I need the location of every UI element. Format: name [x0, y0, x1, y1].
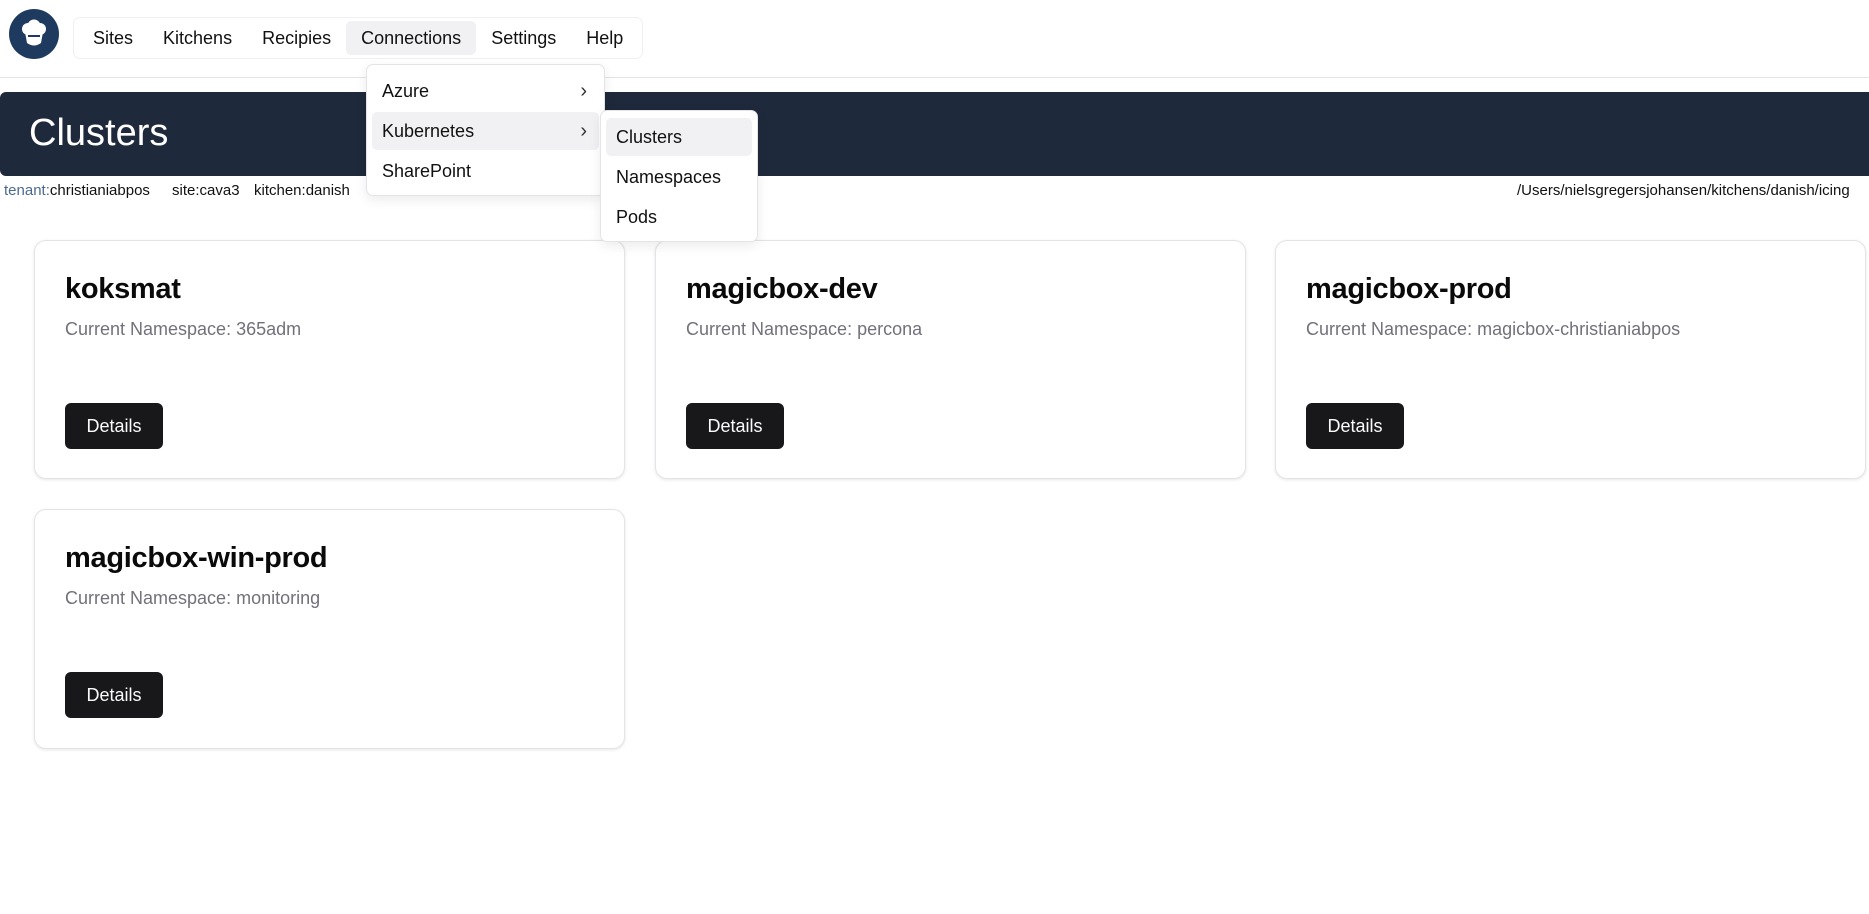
cluster-card-magicbox-prod: magicbox-prod Current Namespace: magicbo… — [1275, 240, 1866, 479]
nav-recipies[interactable]: Recipies — [247, 21, 346, 55]
chef-hat-icon[interactable] — [9, 9, 59, 59]
submenu-item-clusters[interactable]: Clusters — [606, 118, 752, 156]
submenu-item-namespaces[interactable]: Namespaces — [606, 158, 752, 196]
nav-sites[interactable]: Sites — [78, 21, 148, 55]
tenant-value: christianiabpos — [49, 182, 150, 199]
cluster-name: magicbox-dev — [686, 273, 878, 305]
cluster-namespace: Current Namespace: 365adm — [65, 319, 302, 339]
cluster-card-magicbox-dev: magicbox-dev Current Namespace: percona … — [655, 240, 1246, 479]
page-title: Clusters — [29, 112, 169, 154]
details-button[interactable]: Details — [1306, 403, 1404, 449]
nav-kitchens[interactable]: Kitchens — [148, 21, 247, 55]
menu-item-kubernetes[interactable]: Kubernetes › — [372, 112, 599, 150]
cluster-card-koksmat: koksmat Current Namespace: 365adm Detail… — [34, 240, 625, 479]
nav-connections[interactable]: Connections — [346, 21, 477, 55]
kitchen-path: /Users/nielsgregersjohansen/kitchens/dan… — [1517, 182, 1850, 199]
cluster-name: koksmat — [65, 273, 181, 305]
cluster-namespace: Current Namespace: monitoring — [65, 588, 321, 608]
details-button[interactable]: Details — [65, 403, 163, 449]
cluster-namespace: Current Namespace: magicbox-christianiab… — [1306, 319, 1681, 339]
cluster-card-magicbox-win-prod: magicbox-win-prod Current Namespace: mon… — [34, 509, 625, 749]
tenant-context[interactable]: tenant:christianiabpos — [4, 182, 150, 199]
kubernetes-submenu: Clusters Namespaces Pods — [600, 110, 758, 242]
menu-item-label: Kubernetes — [382, 121, 475, 141]
chevron-right-icon: › — [580, 80, 587, 102]
submenu-item-pods[interactable]: Pods — [606, 198, 752, 236]
menu-item-azure[interactable]: Azure › — [372, 72, 599, 110]
context-bar: tenant:christianiabpos site:cava3 kitche… — [0, 180, 1869, 202]
cluster-namespace: Current Namespace: percona — [686, 319, 923, 339]
page-header: Clusters — [0, 92, 1869, 176]
tenant-key: tenant: — [4, 182, 50, 199]
main-menu: Sites Kitchens Recipies Connections Sett… — [74, 18, 643, 58]
site-context[interactable]: site:cava3 — [172, 182, 240, 199]
cluster-name: magicbox-win-prod — [65, 542, 328, 574]
connections-dropdown: Azure › Kubernetes › SharePoint — [366, 64, 605, 196]
menu-item-sharepoint[interactable]: SharePoint — [372, 152, 599, 190]
cluster-name: magicbox-prod — [1306, 273, 1512, 305]
top-navigation-bar: Sites Kitchens Recipies Connections Sett… — [0, 0, 1869, 78]
menu-item-label: Azure — [382, 81, 430, 101]
details-button[interactable]: Details — [686, 403, 784, 449]
chevron-right-icon: › — [580, 120, 587, 142]
menu-item-label: SharePoint — [382, 161, 472, 181]
kitchen-context[interactable]: kitchen:danish — [254, 182, 350, 199]
nav-settings[interactable]: Settings — [476, 21, 571, 55]
details-button[interactable]: Details — [65, 672, 163, 718]
nav-help[interactable]: Help — [571, 21, 638, 55]
